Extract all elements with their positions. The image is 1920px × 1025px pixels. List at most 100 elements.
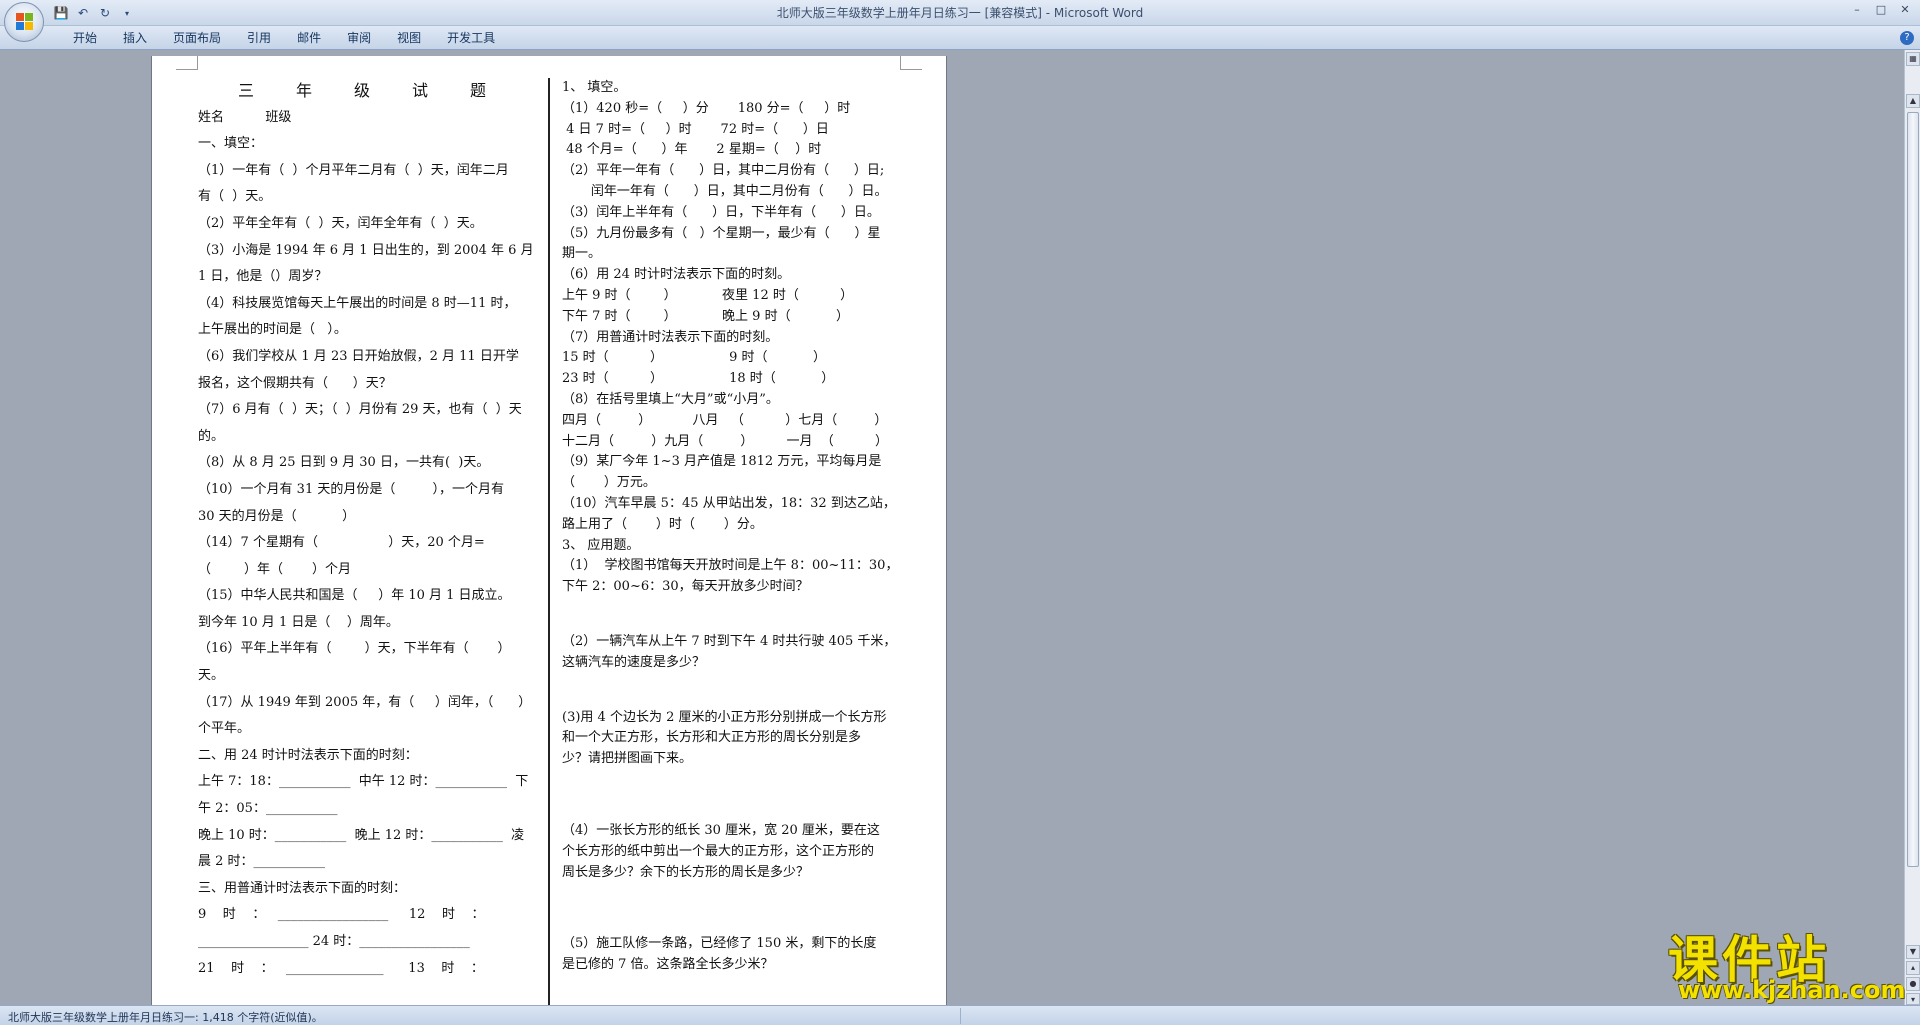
status-text: 北师大版三年级数学上册年月日练习一: 1,418 个字符(近似值)。 [8,1011,323,1024]
document-line: （17）从 1949 年到 2005 年，有（ ）闰年，（ ） [198,694,532,710]
document-line: 15 时（ ） 9 时（ ） [562,350,826,366]
document-line: 报名，这个假期共有（ ）天？ [198,375,392,391]
document-line: 闰年一年有（ ）日，其中二月份有（ ）日。 [562,183,888,199]
document-line: 48 个月=（ ）年 2 星期=（ ）时 [562,142,822,158]
document-page[interactable]: 三年级试题姓名 班级一、填空： （1）一年有（ ）个月平年二月有（ ）天，闰年二月… [152,56,946,1005]
document-line: （7）用普通计时法表示下面的时刻。 [562,329,779,345]
document-line: （2）平年一年有（ ）日，其中二月份有（ ）日; [562,163,885,179]
document-workspace: 三年级试题姓名 班级一、填空： （1）一年有（ ）个月平年二月有（ ）天，闰年二月… [0,50,1904,1005]
tab-home[interactable]: 开始 [60,30,110,46]
previous-page-icon[interactable]: ▴ [1906,961,1920,975]
document-line: 姓名 班级 [198,109,292,125]
margin-mark-left [176,56,198,70]
scroll-thumb[interactable] [1907,112,1919,867]
document-line: 是已修的 7 倍。这条路全长多少米？ [562,957,774,973]
document-line: （8）从 8 月 25 日到 9 月 30 日，一共有( )天。 [198,455,490,471]
scroll-down-icon[interactable]: ▼ [1906,945,1920,959]
right-column: 1、 填空。 （1）420 秒=（ ）分 180 分=（ ）时 4 日 7 时=（… [562,78,902,976]
select-browse-object-icon[interactable]: ● [1906,977,1920,991]
document-line: （10）一个月有 31 天的月份是（ ），一个月有 [198,481,505,497]
vertical-scrollbar[interactable]: ▦ ▲ ▼ ▴ ● ▾ [1904,50,1920,1005]
tab-insert[interactable]: 插入 [110,30,160,46]
document-line: （10）汽车早晨 5：45 从甲站出发，18：32 到达乙站， [562,495,896,511]
document-line: 到今年 10 月 1 日是（ ）周年。 [198,614,399,630]
document-line: （15）中华人民共和国是（ ）年 10 月 1 日成立。 [198,588,511,604]
document-line: （1）一年有（ ）个月平年二月有（ ）天，闰年二月 [198,162,509,178]
document-line: 3、 应用题。 [562,537,640,553]
tab-mailings[interactable]: 邮件 [284,30,334,46]
tab-view[interactable]: 视图 [384,30,434,46]
document-line: （2）一辆汽车从上午 7 时到下午 4 时共行驶 405 千米， [562,633,897,649]
document-line: 21 时 ： _______________ 13 时 ： [198,960,484,976]
document-line: 三、用普通计时法表示下面的时刻： [198,880,407,896]
document-line: 下午 7 时（ ） 晚上 9 时（ ） [562,308,850,324]
document-line: 期一。 [562,246,602,262]
document-line: 上午 7：18：___________ 中午 12 时：___________ … [198,774,529,790]
document-line: 四月（ ） 八月 （ ）七月（ ） [562,412,888,428]
document-line: 晨 2 时：___________ [198,854,326,870]
document-line: 1 日，他是（）周岁？ [198,269,328,285]
document-line: 三年级试题 [238,81,529,100]
document-line: （5）施工队修一条路，已经修了 150 米，剩下的长度 [562,936,877,952]
document-line: 个平年。 [198,721,251,737]
office-logo-icon [16,13,34,31]
restore-icon[interactable]: □ [1872,2,1890,18]
document-line: (3)用 4 个边长为 2 厘米的小正方形分别拼成一个长方形 [562,709,887,725]
ribbon: 开始 插入 页面布局 引用 邮件 审阅 视图 开发工具 ? [0,26,1920,50]
document-line: 晚上 10 时：___________ 晚上 12 时：___________ … [198,827,525,843]
document-line: 和一个大正方形，长方形和大正方形的周长分别是多 [562,730,862,746]
document-line: 这辆汽车的速度是多少？ [562,654,706,670]
tab-developer[interactable]: 开发工具 [434,30,508,46]
window-title: 北师大版三年级数学上册年月日练习一 [兼容模式] - Microsoft Wor… [776,6,1144,20]
document-line: （2）平年全年有（ ）天，闰年全年有（ ）天。 [198,215,483,231]
document-line: 十二月（ ）九月（ ） 一月 （ ） [562,433,889,449]
status-bar: 北师大版三年级数学上册年月日练习一: 1,418 个字符(近似值)。 [0,1005,1920,1025]
ribbon-tabs: 开始 插入 页面布局 引用 邮件 审阅 视图 开发工具 [60,30,508,46]
help-icon[interactable]: ? [1900,31,1914,45]
left-column: 三年级试题姓名 班级一、填空： （1）一年有（ ）个月平年二月有（ ）天，闰年二月… [198,78,536,982]
office-button[interactable] [4,2,44,42]
document-line: 有（ ）天。 [198,189,272,205]
title-bar: 💾 ↶ ↻ ▾ 北师大版三年级数学上册年月日练习一 [兼容模式] - Micro… [0,0,1920,26]
document-line: （9）某厂今年 1~3 月产值是 1812 万元，平均每月是 [562,454,882,470]
document-line: （8）在括号里填上“大月”或“小月”。 [562,391,779,407]
document-line: _________________ 24 时：_________________ [198,934,470,949]
ruler-toggle-icon[interactable]: ▦ [1906,52,1920,66]
document-line: 周长是多少？余下的长方形的周长是多少？ [562,864,810,880]
document-line: （7）6 月有（ ）天；（ ）月份有 29 天，也有（ ）天 [198,402,522,418]
tab-review[interactable]: 审阅 [334,30,384,46]
tab-page-layout[interactable]: 页面布局 [160,30,234,46]
document-line: 二、用 24 时计时法表示下面的时刻： [198,747,418,763]
document-line: （3）小海是 1994 年 6 月 1 日出生的，到 2004 年 6 月 [198,242,534,258]
document-line: 路上用了（ ）时（ ）分。 [562,516,763,532]
document-line: 下午 2：00~6：30，每天开放多少时间？ [562,579,809,595]
window-controls: – □ ✕ [1848,2,1914,18]
document-line: 午 2：05：___________ [198,801,338,817]
close-icon[interactable]: ✕ [1896,2,1914,18]
scroll-up-icon[interactable]: ▲ [1906,94,1920,108]
document-line: 上午展出的时间是（ ）。 [198,322,347,338]
minimize-icon[interactable]: – [1848,2,1866,18]
status-separator [960,1008,961,1024]
document-line: 一、填空： [198,136,264,152]
document-line: 少？请把拼图画下来。 [562,751,693,767]
next-page-icon[interactable]: ▾ [1906,993,1920,1005]
tab-references[interactable]: 引用 [234,30,284,46]
document-line: （14）7 个星期有（ ）天，20 个月= [198,535,485,551]
document-line: 1、 填空。 [562,80,627,95]
document-line: （5）九月份最多有（ ）个星期一，最少有（ ）星 [562,225,881,241]
document-line: 4 日 7 时=（ ）时 72 时=（ ）日 [562,121,829,137]
margin-mark-right [900,56,922,70]
document-line: （4）一张长方形的纸长 30 厘米，宽 20 厘米，要在这 [562,822,880,838]
document-line: 上午 9 时（ ） 夜里 12 时（ ） [562,287,854,303]
document-line: （ ）年（ ）个月 [198,561,351,577]
document-line: 9 时 ： _________________ 12 时 ： [198,907,485,923]
